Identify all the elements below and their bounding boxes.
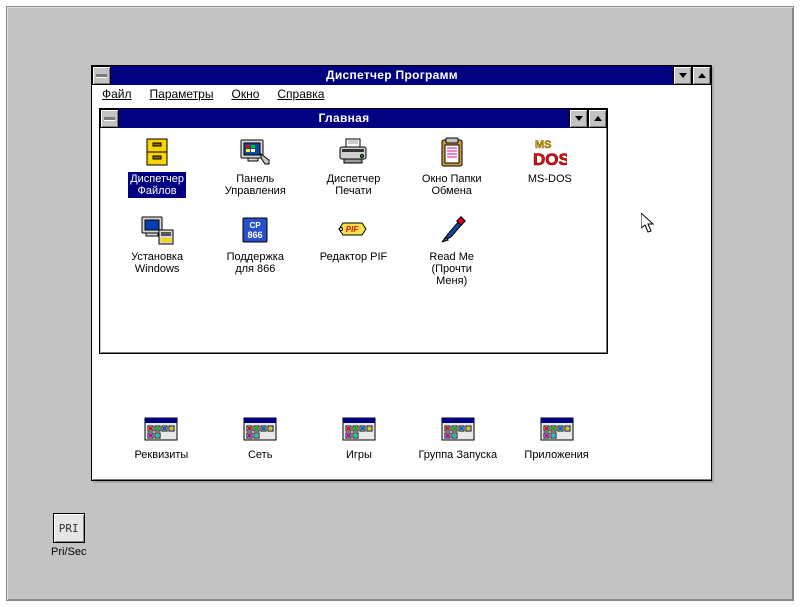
setup-computer-icon xyxy=(139,212,175,248)
pif-tag-icon: PIF xyxy=(335,212,371,248)
pri-sec-minimized-icon[interactable]: PRI Pri/Sec xyxy=(51,513,86,558)
readme-icon[interactable]: Read Me (Прочти Меня) xyxy=(403,212,501,288)
inner-system-menu-button[interactable] xyxy=(100,109,119,128)
group-label: Приложения xyxy=(522,448,590,462)
program-group-icon xyxy=(440,410,476,446)
program-group-icon xyxy=(143,410,179,446)
group-label: Реквизиты xyxy=(132,448,190,462)
menu-options[interactable]: Параметры xyxy=(150,87,214,101)
program-groups-row: Реквизиты xyxy=(104,404,614,468)
svg-text:PIF: PIF xyxy=(346,225,360,234)
windows-setup-icon[interactable]: Установка Windows xyxy=(108,212,206,288)
cp866-icon: CP 866 xyxy=(237,212,273,248)
main-group-window[interactable]: Главная xyxy=(99,108,608,354)
titlebar[interactable]: Диспетчер Программ xyxy=(92,66,711,85)
codepage-866-icon[interactable]: CP 866 Поддержка для 866 xyxy=(206,212,304,288)
client-area: Главная xyxy=(92,104,711,479)
printer-icon xyxy=(335,134,371,170)
menu-help[interactable]: Справка xyxy=(277,87,324,101)
maximize-button[interactable] xyxy=(692,66,711,85)
menubar: Файл Параметры Окно Справка xyxy=(92,85,711,104)
file-manager-icon[interactable]: Диспетчер Файлов xyxy=(108,134,206,198)
system-menu-button[interactable] xyxy=(92,66,111,85)
icon-label: Редактор PIF xyxy=(318,250,390,264)
minimize-button[interactable] xyxy=(673,66,692,85)
group-label: Сеть xyxy=(246,448,274,462)
group-label: Группа Запуска xyxy=(416,448,499,462)
control-panel-glyph-icon xyxy=(237,134,273,170)
program-group-icon xyxy=(242,410,278,446)
menu-file[interactable]: Файл xyxy=(102,87,132,101)
svg-text:CP: CP xyxy=(250,221,262,230)
group-label: Игры xyxy=(344,448,374,462)
clipboard-icon xyxy=(434,134,470,170)
program-group-icon xyxy=(539,410,575,446)
inner-maximize-button[interactable] xyxy=(588,109,607,128)
pen-icon xyxy=(434,212,470,248)
control-panel-icon[interactable]: Панель Управления xyxy=(206,134,304,198)
app-icon-grid: Диспетчер Файлов xyxy=(100,128,607,294)
group-applications[interactable]: Приложения xyxy=(507,410,606,462)
file-cabinet-icon xyxy=(139,134,175,170)
inner-titlebar[interactable]: Главная xyxy=(100,109,607,128)
program-manager-window[interactable]: Диспетчер Программ Файл Параметры Окно С… xyxy=(91,65,712,481)
group-startup[interactable]: Группа Запуска xyxy=(408,410,507,462)
icon-label: Панель Управления xyxy=(223,172,288,198)
icon-label: Диспетчер Печати xyxy=(325,172,383,198)
print-manager-icon[interactable]: Диспетчер Печати xyxy=(304,134,402,198)
desktop[interactable]: Диспетчер Программ Файл Параметры Окно С… xyxy=(6,6,794,601)
msdos-prompt-icon[interactable]: MS DOS MS-DOS xyxy=(501,134,599,198)
inner-minimize-button[interactable] xyxy=(569,109,588,128)
pif-editor-icon[interactable]: PIF Редактор PIF xyxy=(304,212,402,288)
window-title: Диспетчер Программ xyxy=(111,66,673,85)
group-network[interactable]: Сеть xyxy=(211,410,310,462)
icon-label: Поддержка для 866 xyxy=(225,250,286,276)
pri-badge-icon: PRI xyxy=(53,513,85,543)
group-games[interactable]: Игры xyxy=(310,410,409,462)
icon-label: Диспетчер Файлов xyxy=(128,172,186,198)
clipboard-viewer-icon[interactable]: Окно Папки Обмена xyxy=(403,134,501,198)
msdos-icon: MS DOS xyxy=(532,134,568,170)
icon-label: Установка Windows xyxy=(129,250,185,276)
icon-label: Read Me (Прочти Меня) xyxy=(427,250,476,288)
inner-window-title: Главная xyxy=(119,109,569,128)
group-requisites[interactable]: Реквизиты xyxy=(112,410,211,462)
icon-label: Окно Папки Обмена xyxy=(420,172,484,198)
svg-text:DOS: DOS xyxy=(533,150,567,168)
svg-text:866: 866 xyxy=(248,230,263,240)
icon-label: MS-DOS xyxy=(526,172,574,186)
menu-window[interactable]: Окно xyxy=(231,87,259,101)
program-group-icon xyxy=(341,410,377,446)
desktop-icon-label: Pri/Sec xyxy=(51,546,86,558)
